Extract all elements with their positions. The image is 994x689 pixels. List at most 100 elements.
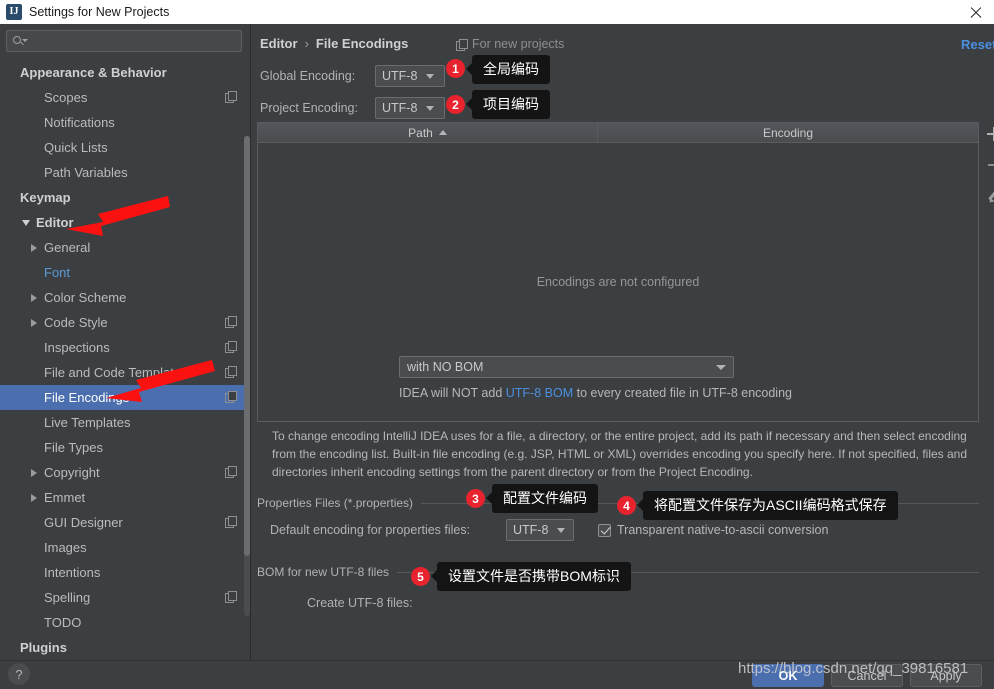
- settings-sidebar: Appearance & Behavior Scopes Notifications…: [0, 24, 250, 660]
- add-icon[interactable]: [986, 126, 994, 142]
- transparent-conversion-checkbox[interactable]: [598, 523, 611, 537]
- sidebar-item-intentions[interactable]: Intentions: [0, 560, 250, 585]
- properties-encoding-combo[interactable]: UTF-8: [506, 519, 574, 541]
- copy-icon: [225, 316, 237, 328]
- breadcrumb-parent[interactable]: Editor: [260, 36, 298, 51]
- global-encoding-label: Global Encoding:: [260, 69, 356, 83]
- sidebar-item-color-scheme[interactable]: Color Scheme: [0, 285, 250, 310]
- sidebar-item-label: File Encodings: [44, 390, 130, 405]
- sidebar-item-code-style[interactable]: Code Style: [0, 310, 250, 335]
- sidebar-item-editor[interactable]: Editor: [0, 210, 250, 235]
- sidebar-item-label: Emmet: [44, 490, 86, 505]
- sidebar-item-copyright[interactable]: Copyright: [0, 460, 250, 485]
- annotation-badge-1: 1: [446, 59, 465, 78]
- global-encoding-row: Global Encoding: UTF-8: [260, 65, 445, 87]
- sidebar-item-label: Appearance & Behavior: [20, 65, 167, 80]
- close-icon[interactable]: [968, 4, 984, 20]
- sidebar-item-spelling[interactable]: Spelling: [0, 585, 250, 610]
- chevron-down-icon: [557, 527, 566, 533]
- transparent-conversion-label: Transparent native-to-ascii conversion: [617, 523, 829, 537]
- sidebar-item-quick-lists[interactable]: Quick Lists: [0, 135, 250, 160]
- create-utf8-value: with NO BOM: [407, 360, 484, 374]
- sidebar-item-label: Path Variables: [44, 165, 128, 180]
- chevron-down-icon: [426, 105, 435, 111]
- sidebar-item-label: Images: [44, 540, 87, 555]
- search-box[interactable]: [6, 30, 242, 52]
- chevron-right-icon[interactable]: [28, 316, 41, 329]
- column-header-encoding-label: Encoding: [762, 125, 814, 140]
- cancel-button[interactable]: Cancel: [831, 664, 903, 687]
- global-encoding-combo[interactable]: UTF-8: [375, 65, 445, 87]
- sidebar-item-notifications[interactable]: Notifications: [0, 110, 250, 135]
- bom-note: IDEA will NOT add UTF-8 BOM to every cre…: [399, 386, 792, 400]
- copy-icon: [225, 591, 237, 603]
- window-title: Settings for New Projects: [29, 5, 170, 19]
- breadcrumb-current: File Encodings: [315, 36, 409, 51]
- breadcrumb: Editor › File Encodings: [260, 36, 408, 51]
- sidebar-item-font[interactable]: Font: [0, 260, 250, 285]
- properties-encoding-row: Default encoding for properties files: U…: [270, 519, 828, 541]
- annotation-badge-5: 5: [411, 567, 430, 586]
- edit-icon[interactable]: [986, 188, 994, 204]
- chevron-right-icon[interactable]: [28, 291, 41, 304]
- chevron-right-icon[interactable]: [28, 466, 41, 479]
- encodings-description: To change encoding IntelliJ IDEA uses fo…: [272, 429, 968, 479]
- sidebar-item-inspections[interactable]: Inspections: [0, 335, 250, 360]
- sidebar-item-label: Spelling: [44, 590, 91, 605]
- sidebar-item-scopes[interactable]: Scopes: [0, 85, 250, 110]
- sidebar-item-live-templates[interactable]: Live Templates: [0, 410, 250, 435]
- sidebar-item-path-variables[interactable]: Path Variables: [0, 160, 250, 185]
- sidebar-item-file-encodings[interactable]: File Encodings: [0, 385, 250, 410]
- sidebar-item-keymap[interactable]: Keymap: [0, 185, 250, 210]
- apply-button[interactable]: Apply: [910, 664, 982, 687]
- chevron-down-icon[interactable]: [20, 216, 33, 229]
- sidebar-item-todo[interactable]: TODO: [0, 610, 250, 635]
- reset-link[interactable]: Reset: [961, 37, 994, 52]
- annotation-tooltip-3: 配置文件编码: [486, 484, 598, 513]
- ok-button[interactable]: OK: [752, 664, 824, 687]
- copy-icon: [225, 391, 237, 403]
- help-icon[interactable]: ?: [8, 663, 30, 685]
- annotation-tooltip-4: 将配置文件保存为ASCII编码格式保存: [637, 491, 898, 520]
- intellij-idea-icon: IJ: [6, 4, 22, 20]
- copy-icon: [456, 38, 468, 51]
- sidebar-item-file-and-code-templates[interactable]: File and Code Templates: [0, 360, 250, 385]
- sidebar-item-appearance-behavior[interactable]: Appearance & Behavior: [0, 60, 250, 85]
- settings-dialog: IJ Settings for New Projects Appearance …: [0, 0, 994, 689]
- for-new-projects-label: For new projects: [456, 37, 564, 51]
- sidebar-item-label: Inspections: [44, 340, 110, 355]
- transparent-conversion-row: Transparent native-to-ascii conversion: [598, 523, 828, 537]
- annotation-badge-2: 2: [446, 95, 465, 114]
- column-header-path[interactable]: Path: [258, 123, 598, 142]
- project-encoding-combo[interactable]: UTF-8: [375, 97, 445, 119]
- column-header-encoding[interactable]: Encoding: [598, 123, 978, 142]
- table-body: Encodings are not configured: [258, 143, 978, 421]
- annotation-tooltip-1: 全局编码: [466, 55, 550, 84]
- sidebar-item-images[interactable]: Images: [0, 535, 250, 560]
- search-input[interactable]: [26, 34, 241, 48]
- project-encoding-row: Project Encoding: UTF-8: [260, 97, 445, 119]
- copy-icon: [225, 366, 237, 378]
- sidebar-item-file-types[interactable]: File Types: [0, 435, 250, 460]
- bom-note-suffix: to every created file in UTF-8 encoding: [573, 386, 792, 400]
- sidebar-item-plugins[interactable]: Plugins: [0, 635, 250, 660]
- dialog-footer: ? OK Cancel Apply: [0, 660, 994, 689]
- window-title-bar: IJ Settings for New Projects: [0, 0, 994, 24]
- create-utf8-combo[interactable]: with NO BOM: [399, 356, 734, 378]
- project-encoding-value: UTF-8: [382, 101, 418, 115]
- sidebar-item-general[interactable]: General: [0, 235, 250, 260]
- sidebar-item-label: Notifications: [44, 115, 115, 130]
- sidebar-item-gui-designer[interactable]: GUI Designer: [0, 510, 250, 535]
- chevron-right-icon[interactable]: [28, 491, 41, 504]
- remove-icon[interactable]: [986, 157, 994, 173]
- chevron-right-icon[interactable]: [28, 241, 41, 254]
- sidebar-item-emmet[interactable]: Emmet: [0, 485, 250, 510]
- sidebar-item-label: Quick Lists: [44, 140, 108, 155]
